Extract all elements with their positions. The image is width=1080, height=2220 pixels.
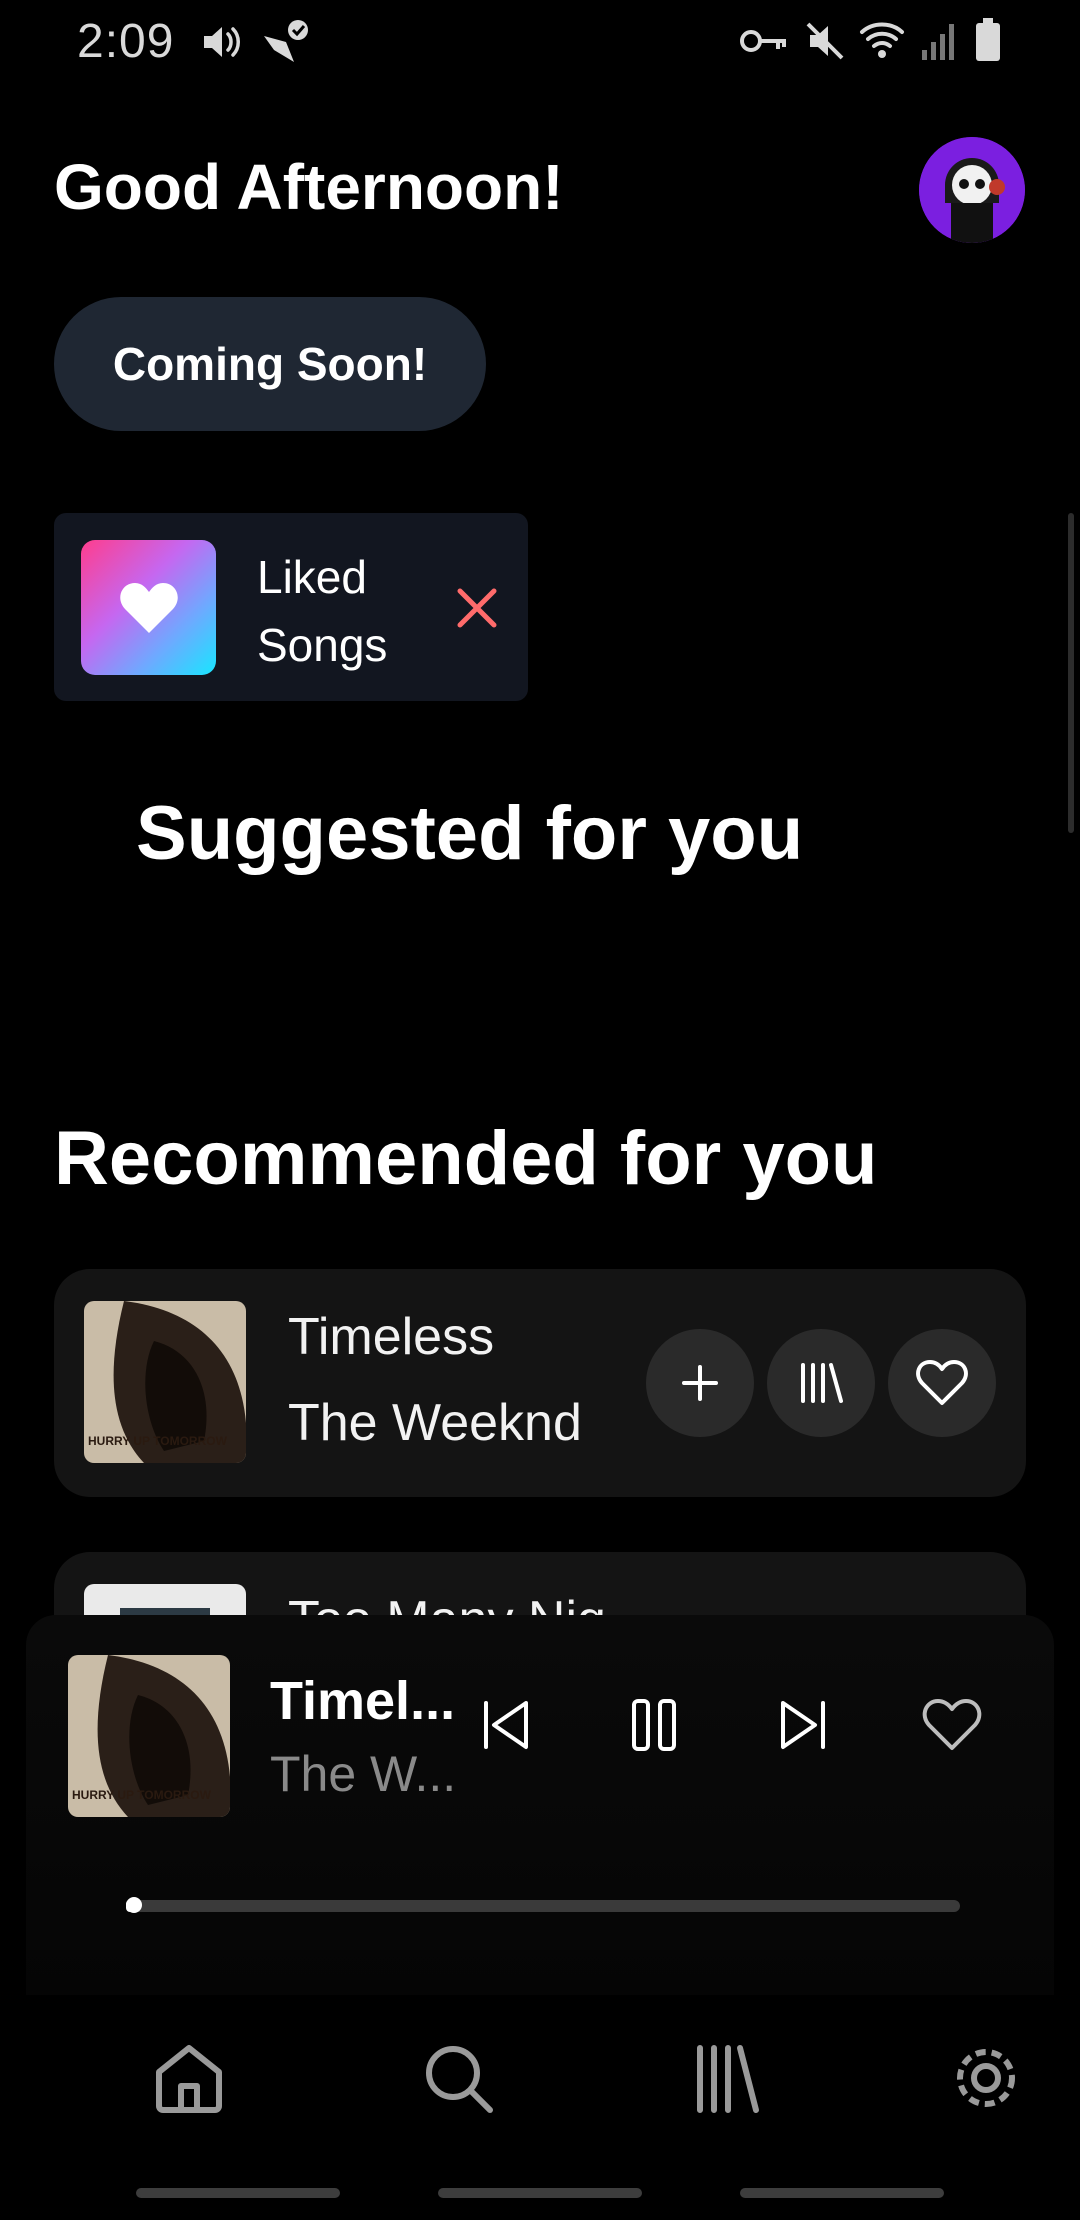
skip-next-icon	[781, 1701, 825, 1749]
mini-player[interactable]: HURRY UP TOMORROW Timel... The W...	[26, 1615, 1054, 1995]
search-icon	[426, 2046, 493, 2113]
previous-button[interactable]	[466, 1685, 546, 1765]
liked-songs-art	[81, 540, 216, 675]
now-playing-art: HURRY UP TOMORROW	[68, 1655, 230, 1817]
album-cover-text-2: HURRY UP TOMORROW	[72, 1788, 212, 1802]
now-playing-title: Timel...	[270, 1671, 456, 1731]
screen: 2:09 Good Afternoon! Coming Soon! Liked …	[0, 0, 1080, 2220]
profile-avatar[interactable]	[919, 137, 1025, 243]
library-icon	[697, 2045, 759, 2113]
like-now-playing-button[interactable]	[912, 1685, 992, 1765]
pause-button[interactable]	[614, 1685, 694, 1765]
home-icon	[156, 2045, 222, 2113]
heart-icon	[119, 582, 178, 633]
greeting-title: Good Afternoon!	[54, 151, 564, 223]
gesture-bar-right	[740, 2188, 944, 2198]
settings-icon	[957, 2049, 1015, 2107]
volume-icon	[200, 22, 244, 62]
plus-icon	[682, 1365, 718, 1401]
gesture-bar-center	[438, 2188, 642, 2198]
liked-songs-label: Liked Songs	[257, 551, 388, 671]
heart-outline-icon	[916, 1360, 968, 1405]
nav-search[interactable]	[408, 2028, 508, 2128]
signal-icon	[920, 20, 960, 62]
track-title: Timeless	[288, 1308, 495, 1366]
mute-icon	[804, 20, 846, 62]
add-to-library-button[interactable]	[767, 1329, 875, 1437]
album-art: HURRY UP TOMORROW	[84, 1301, 246, 1463]
next-button[interactable]	[763, 1685, 843, 1765]
track-row[interactable]: HURRY UP TOMORROW Timeless The Weeknd	[54, 1269, 1026, 1497]
progress-knob[interactable]	[126, 1897, 143, 1913]
progress-bar[interactable]	[126, 1897, 960, 1913]
status-time: 2:09	[77, 15, 175, 68]
wifi-icon	[858, 18, 906, 62]
add-button[interactable]	[646, 1329, 754, 1437]
nav-home[interactable]	[139, 2028, 239, 2128]
suggested-heading: Suggested for you	[136, 791, 804, 876]
scrollbar[interactable]	[1068, 513, 1074, 833]
vpn-key-icon	[740, 26, 788, 56]
gesture-bar-left	[136, 2188, 340, 2198]
close-icon[interactable]	[452, 583, 502, 633]
like-button[interactable]	[888, 1329, 996, 1437]
pause-icon	[632, 1699, 676, 1751]
skull-avatar-icon	[919, 137, 1025, 243]
battery-icon	[974, 16, 1002, 64]
nav-settings[interactable]	[946, 2028, 1026, 2128]
track-artist: The Weeknd	[288, 1394, 582, 1452]
now-playing-artist: The W...	[270, 1746, 457, 1802]
nav-library[interactable]	[678, 2028, 778, 2128]
checkmark-bird-icon	[260, 18, 310, 66]
liked-songs-card[interactable]: Liked Songs	[54, 513, 528, 701]
album-cover-text-1: HURRY UP TOMORROW	[88, 1434, 228, 1448]
skip-previous-icon	[484, 1701, 528, 1749]
library-icon	[801, 1363, 843, 1403]
recommended-heading: Recommended for you	[54, 1116, 878, 1201]
coming-soon-button[interactable]: Coming Soon!	[54, 297, 486, 431]
heart-outline-icon	[922, 1699, 982, 1750]
status-bar: 2:09	[0, 0, 1080, 84]
bottom-nav	[0, 2000, 1080, 2160]
